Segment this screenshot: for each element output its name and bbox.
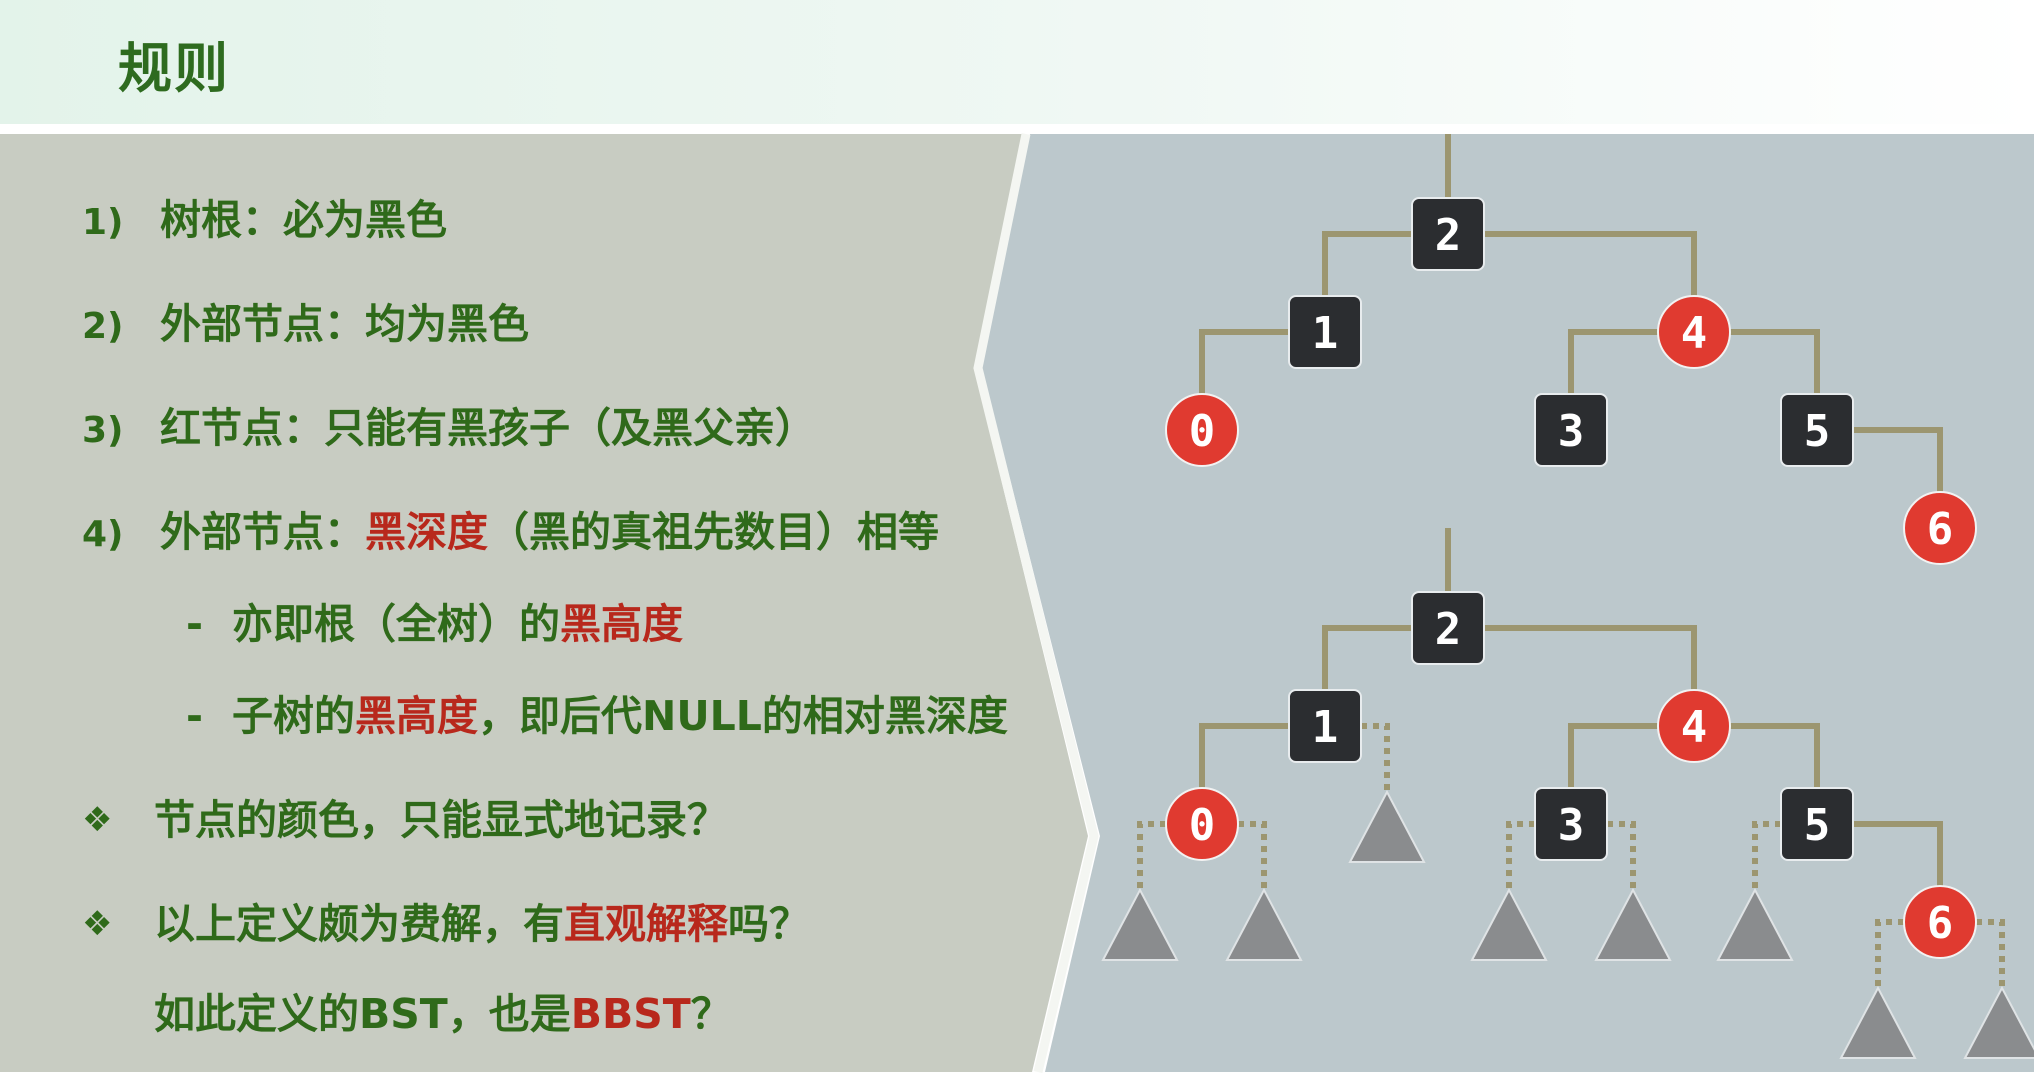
node-key: 2 [1435, 210, 1462, 261]
tree-top: 2 1 4 0 3 5 6 [1165, 134, 1977, 565]
tree-node: 6 [1903, 885, 1977, 959]
external-node-icon [1839, 985, 1917, 1059]
node-key: 3 [1558, 406, 1585, 457]
external-node-icon [1594, 887, 1672, 961]
external-node-icon [1348, 789, 1426, 863]
tree-node: 5 [1780, 393, 1854, 467]
external-node-icon [1225, 887, 1303, 961]
tree-node: 6 [1903, 491, 1977, 565]
external-node-icon [1963, 985, 2034, 1059]
external-node-icon [1716, 887, 1794, 961]
node-key: 0 [1189, 800, 1216, 851]
tree-node: 3 [1534, 393, 1608, 467]
node-key: 6 [1927, 504, 1954, 555]
node-key: 4 [1681, 702, 1708, 753]
node-key: 5 [1804, 406, 1831, 457]
node-key: 1 [1312, 308, 1339, 359]
tree-node: 2 [1411, 591, 1485, 665]
tree-node: 0 [1165, 393, 1239, 467]
external-node-icon [1101, 887, 1179, 961]
tree-node: 4 [1657, 689, 1731, 763]
node-key: 0 [1189, 406, 1216, 457]
external-node-icon [1470, 887, 1548, 961]
tree-node: 2 [1411, 197, 1485, 271]
node-key: 2 [1435, 604, 1462, 655]
tree-node: 1 [1288, 295, 1362, 369]
tree-node: 4 [1657, 295, 1731, 369]
tree-node: 1 [1288, 689, 1362, 763]
tree-node: 3 [1534, 787, 1608, 861]
tree-node: 5 [1780, 787, 1854, 861]
node-key: 3 [1558, 800, 1585, 851]
node-key: 6 [1927, 898, 1954, 949]
node-key: 1 [1312, 702, 1339, 753]
slide: 规则 1) 树根：必为黑色 2) 外部节点：均为黑色 3) 红节点：只能有黑孩子（及黑父亲… [0, 0, 2034, 1080]
red-black-tree-diagram: 2 1 4 0 3 5 6 2 1 4 0 3 5 6 [1101, 134, 2034, 1059]
node-key: 4 [1681, 308, 1708, 359]
node-key: 5 [1804, 800, 1831, 851]
tree-bottom: 2 1 4 0 3 5 6 [1101, 528, 2034, 1059]
tree-node: 0 [1165, 787, 1239, 861]
